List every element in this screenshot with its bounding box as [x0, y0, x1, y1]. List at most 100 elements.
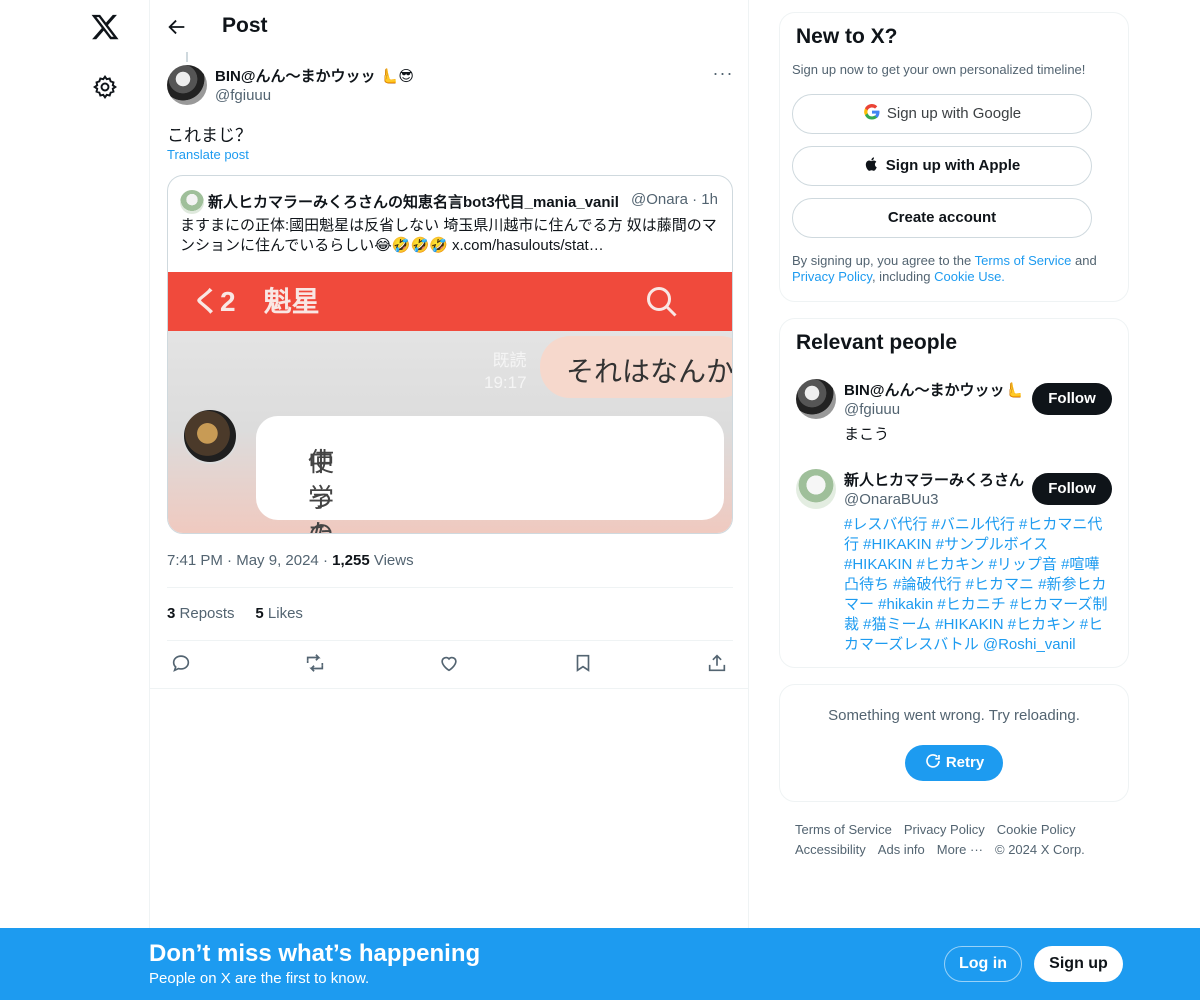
- repost-icon[interactable]: [304, 652, 328, 676]
- signup-apple-label: Sign up with Apple: [885, 157, 1021, 174]
- signup-card: New to X? Sign up now to get your own pe…: [779, 12, 1129, 302]
- thread-line: [186, 52, 188, 62]
- views-label: Views: [373, 552, 414, 569]
- post-stats: 3 Reposts 5 Likes: [167, 605, 303, 622]
- post-time[interactable]: 7:41 PM: [167, 552, 223, 569]
- bubble-line2: 使ったりしてたけどセーフや: [308, 447, 335, 534]
- author-name-text: BIN@んん〜まかウッッ: [215, 68, 376, 85]
- x-logo-icon[interactable]: [90, 12, 120, 42]
- reposts-count: 3: [167, 605, 176, 622]
- author-handle[interactable]: @fgiuuu: [215, 87, 271, 104]
- footer-terms-link[interactable]: Terms of Service: [795, 822, 892, 837]
- quote-text: ますまにの正体:國田魁星は反省しない 埼玉県川越市に住んでる方 奴は藤間のマ ン…: [180, 216, 725, 256]
- relevant-people-card: Relevant people BIN@んん〜まかウッッ🫷 @fgiuuu まこ…: [779, 318, 1129, 668]
- quote-image[interactable]: く2 魁星 既読 19:17 それはなんか 中学のときから出会い厨のクレカ 使っ…: [168, 272, 733, 533]
- post-text: これまじ？: [167, 126, 252, 145]
- terms-and: and: [1071, 253, 1097, 268]
- reposts-stat[interactable]: 3 Reposts: [167, 605, 235, 622]
- divider: [167, 640, 733, 641]
- create-account-button[interactable]: Create account: [792, 198, 1092, 238]
- login-banner: Don’t miss what’s happening People on X …: [0, 928, 1200, 1000]
- chat-bubble-received: 中学のときから出会い厨のクレカ 使ったりしてたけどセーフや: [256, 416, 724, 533]
- read-label: 既読: [492, 351, 527, 370]
- quote-handle-text: @Onara: [631, 191, 688, 208]
- post-header: Post: [150, 0, 748, 53]
- footer-privacy-link[interactable]: Privacy Policy: [904, 822, 985, 837]
- signup-apple-button[interactable]: Sign up with Apple: [792, 146, 1092, 186]
- banner-subtitle: People on X are the first to know.: [149, 970, 370, 987]
- person-bio: まこう: [844, 426, 890, 443]
- person-handle[interactable]: @fgiuuu: [844, 401, 900, 418]
- terms-including: , including: [871, 269, 935, 284]
- banner-title: Don’t miss what’s happening: [149, 940, 481, 967]
- search-icon: [647, 287, 677, 317]
- follow-button[interactable]: Follow: [1032, 473, 1112, 505]
- translate-post-link[interactable]: Translate post: [167, 147, 249, 162]
- views-count: 1,255: [332, 552, 370, 569]
- error-card: Something went wrong. Try reloading. Ret…: [779, 684, 1129, 802]
- error-message: Something went wrong. Try reloading.: [828, 707, 1080, 724]
- signup-google-button[interactable]: Sign up with Google: [792, 94, 1092, 134]
- author-emoji: 🫷😎: [379, 68, 414, 85]
- person-item[interactable]: 新人ヒカマラーみくろさん @OnaraBUu3 #レスバ代行 #バニル代行 #ヒ…: [796, 469, 1116, 659]
- gear-icon[interactable]: [92, 74, 118, 100]
- person-handle[interactable]: @OnaraBUu3: [844, 491, 938, 508]
- footer-accessibility-link[interactable]: Accessibility: [795, 842, 866, 857]
- google-icon: [864, 104, 880, 120]
- likes-stat[interactable]: 5 Likes: [255, 605, 303, 622]
- signup-button[interactable]: Sign up: [1034, 946, 1123, 982]
- footer-cookie-link[interactable]: Cookie Policy: [997, 822, 1076, 837]
- bookmark-icon[interactable]: [572, 652, 596, 676]
- signup-card-subtitle: Sign up now to get your own personalized…: [792, 62, 1086, 77]
- left-nav: [0, 0, 150, 1000]
- retry-label: Retry: [945, 754, 985, 771]
- avatar[interactable]: [796, 469, 836, 509]
- main-column: Post BIN@んん〜まかウッッ 🫷😎 @fgiuuu ··· これまじ？ T…: [149, 0, 749, 1000]
- relevant-people-title: Relevant people: [796, 331, 958, 354]
- divider: [167, 587, 733, 588]
- refresh-icon: [926, 754, 940, 768]
- signup-google-label: Sign up with Google: [886, 105, 1022, 122]
- read-receipt: 既読 19:17: [484, 350, 527, 394]
- chat-header-bar: く2 魁星: [168, 272, 732, 331]
- person-bio[interactable]: #レスバ代行 #バニル代行 #ヒカマニ代行 #HIKAKIN #サンプルボイス …: [844, 515, 1114, 655]
- footer-ads-link[interactable]: Ads info: [878, 842, 925, 857]
- reply-icon[interactable]: [170, 652, 194, 676]
- login-button[interactable]: Log in: [944, 946, 1022, 982]
- likes-count: 5: [255, 605, 264, 622]
- person-name[interactable]: BIN@んん〜まかウッッ🫷: [844, 379, 1023, 400]
- share-icon[interactable]: [706, 652, 730, 676]
- author-name[interactable]: BIN@んん〜まかウッッ 🫷😎: [215, 65, 414, 86]
- avatar[interactable]: [796, 379, 836, 419]
- chat-avatar: [182, 408, 238, 464]
- page-title: Post: [222, 14, 268, 37]
- footer-copyright: © 2024 X Corp.: [995, 842, 1085, 857]
- post-date[interactable]: May 9, 2024: [236, 552, 319, 569]
- reposts-label: Reposts: [179, 605, 235, 622]
- divider: [150, 688, 748, 689]
- bubble-sent-text: それはなんか: [566, 356, 733, 387]
- terms-link[interactable]: Terms of Service: [975, 253, 1072, 268]
- post-meta: 7:41 PM · May 9, 2024 · 1,255 Views: [167, 552, 414, 569]
- footer-links: Terms of Service Privacy Policy Cookie Pol…: [795, 820, 1115, 860]
- quote-text-line2: ンションに住んでいるらしい😂🤣🤣🤣 x.com/hasulouts/stat…: [180, 237, 604, 254]
- quoted-post[interactable]: 新人ヒカマラーみくろさんの知恵名言bot3代目_mania_vanil @Ona…: [167, 175, 733, 534]
- privacy-link[interactable]: Privacy Policy: [792, 269, 872, 284]
- post-actions: [167, 652, 733, 676]
- follow-button[interactable]: Follow: [1032, 383, 1112, 415]
- person-name[interactable]: 新人ヒカマラーみくろさん: [844, 469, 1024, 490]
- quote-author-handle: @Onara · 1h: [631, 191, 718, 208]
- footer-more-link[interactable]: More ···: [937, 842, 983, 857]
- heart-icon[interactable]: [438, 652, 462, 676]
- read-time: 19:17: [484, 373, 527, 392]
- quote-author-name: 新人ヒカマラーみくろさんの知恵名言bot3代目_mania_vanil: [208, 194, 619, 211]
- person-item[interactable]: BIN@んん〜まかウッッ🫷 @fgiuuu まこう Follow: [796, 379, 1116, 449]
- quote-time: 1h: [701, 191, 718, 208]
- retry-button[interactable]: Retry: [905, 745, 1003, 781]
- quote-avatar: [180, 190, 204, 214]
- cookie-link[interactable]: Cookie Use.: [934, 269, 1005, 284]
- chat-header-text: く2 魁星: [192, 286, 320, 317]
- arrow-left-icon[interactable]: [166, 16, 188, 38]
- more-options-icon[interactable]: ···: [712, 64, 734, 84]
- avatar[interactable]: [167, 65, 207, 105]
